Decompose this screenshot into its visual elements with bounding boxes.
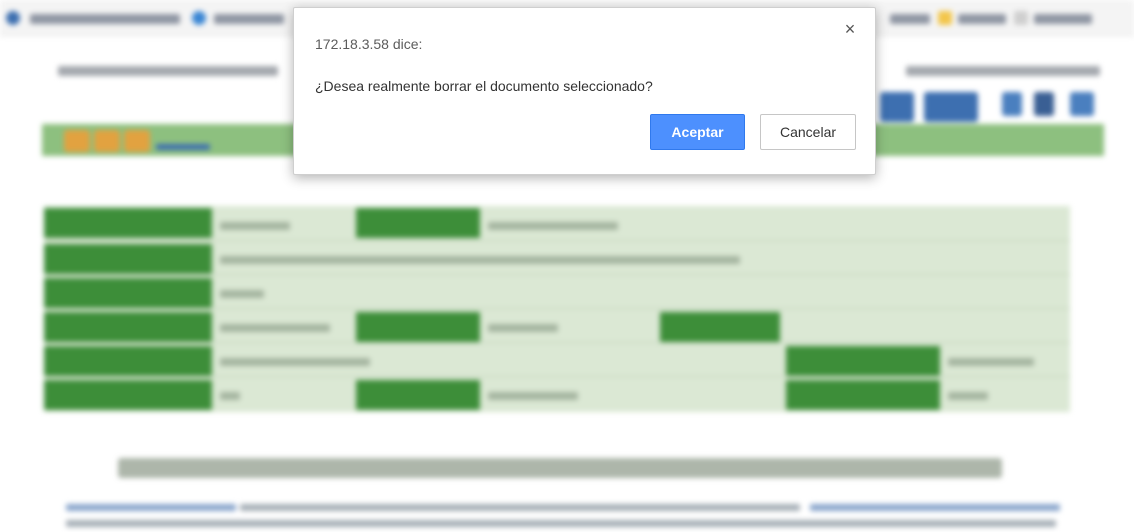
date-text (906, 66, 1100, 76)
step-icon (124, 130, 150, 152)
print-icon (1002, 92, 1022, 116)
bookmark-item (30, 14, 180, 24)
section-heading (118, 458, 1002, 478)
bookmark-icon (938, 11, 952, 25)
body-text-line (66, 520, 1056, 527)
help-icon (1070, 92, 1094, 116)
mail-icon (1034, 92, 1054, 116)
bookmark-icon (192, 11, 206, 25)
dialog-title: 172.18.3.58 dice: (315, 36, 423, 52)
bookmark-item (890, 14, 930, 24)
breadcrumb (58, 66, 278, 76)
header-link (156, 144, 210, 150)
body-text-line (240, 504, 800, 511)
bookmark-icon (6, 11, 20, 25)
step-icon (94, 130, 120, 152)
bookmark-item (958, 14, 1006, 24)
bookmark-icon (1014, 11, 1028, 25)
cancel-button[interactable]: Cancelar (760, 114, 856, 150)
dialog-message: ¿Desea realmente borrar el documento sel… (315, 78, 653, 94)
accept-button[interactable]: Aceptar (650, 114, 745, 150)
body-text-line (810, 504, 1060, 511)
bookmark-item (214, 14, 284, 24)
confirm-dialog: 172.18.3.58 dice: × ¿Desea realmente bor… (293, 7, 876, 175)
page-button (880, 92, 914, 122)
page-button (924, 92, 978, 122)
personal-data-table (44, 206, 1070, 412)
bookmark-item (1034, 14, 1092, 24)
body-text-line (66, 504, 236, 511)
close-icon[interactable]: × (841, 20, 859, 38)
step-icon (64, 130, 90, 152)
